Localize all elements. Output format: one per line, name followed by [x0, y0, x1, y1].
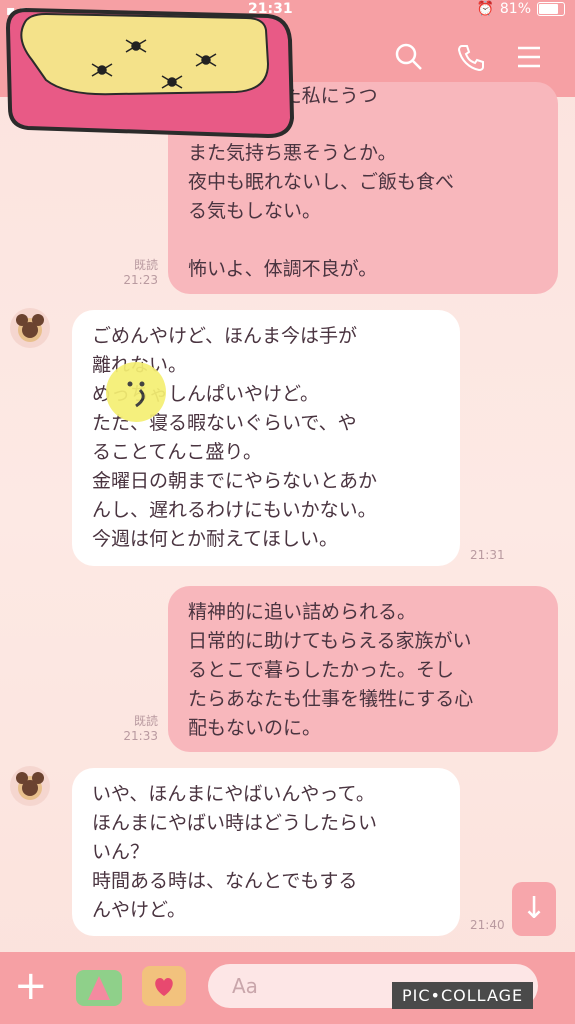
message-line: 配もないのに。: [188, 717, 322, 739]
search-icon[interactable]: [392, 42, 426, 76]
message-line: 夜中も眠れないし、ご飯も食べ: [188, 171, 455, 193]
message-line: 日常的に助けてもらえる家族がい: [188, 630, 472, 652]
message-line: また気持ち悪そうとか。: [188, 142, 397, 164]
alarm-icon: ⏰: [476, 1, 494, 17]
message-meta: 既読 21:33: [110, 714, 158, 744]
scroll-down-button[interactable]: ↓: [512, 882, 556, 936]
message-line: 精神的に追い詰められる。: [188, 601, 417, 623]
message-time: 21:31: [470, 548, 505, 562]
message-line: んし、遅れるわけにもいかない。: [92, 499, 377, 521]
watermark: PIC•COLLAGE: [392, 982, 534, 1009]
message-line: 今週は何とか耐えてほしい。: [92, 528, 339, 550]
battery-icon: [537, 2, 565, 16]
menu-icon[interactable]: [512, 42, 546, 76]
avatar[interactable]: [10, 766, 50, 806]
arrow-down-icon: ↓: [521, 891, 547, 926]
phone-icon[interactable]: [454, 42, 488, 76]
sticker-icon[interactable]: [76, 970, 122, 1006]
read-receipt: 既読: [133, 714, 158, 728]
message-time: 21:23: [123, 273, 158, 287]
plus-icon[interactable]: +: [14, 966, 48, 1006]
message-bubble-incoming[interactable]: いや、ほんまにやばいんやって。 ほんまにやばい時はどうしたらい いん？ 時間ある…: [72, 768, 460, 936]
message-line: るとこで暮らしたかった。そし: [188, 659, 455, 681]
message-time: 21:40: [470, 918, 505, 932]
smiley-sticker: [106, 362, 166, 422]
couch-sticker: [6, 7, 295, 139]
message-line: ごめんやけど、ほんま今は手が: [92, 325, 358, 347]
message-line: いや、ほんまにやばいんやって。: [92, 783, 375, 805]
message-line: ほんまにやばい時はどうしたらい: [92, 812, 378, 834]
message-line: いん？: [92, 841, 150, 863]
message-line: る気もしない。: [188, 200, 322, 222]
message-meta: 既読 21:23: [110, 258, 158, 288]
message-line: [188, 226, 538, 255]
input-placeholder: Aa: [232, 974, 258, 998]
image-icon[interactable]: [142, 966, 186, 1006]
message-line: 時間ある時は、なんとでもする: [92, 870, 358, 892]
message-line: 金曜日の朝までにやらないとあか: [92, 470, 378, 492]
message-bubble-outgoing[interactable]: 精神的に追い詰められる。 日常的に助けてもらえる家族がい るとこで暮らしたかった…: [168, 586, 558, 752]
read-receipt: 既読: [133, 258, 158, 272]
message-bubble-incoming[interactable]: ごめんやけど、ほんま今は手が 離れない。 めっちゃしんぱいやけど。 たた、寝る暇…: [72, 310, 460, 566]
message-line: んやけど。: [92, 899, 187, 921]
battery-percent: 81%: [499, 1, 531, 17]
avatar[interactable]: [10, 308, 50, 348]
message-line: ることてんこ盛り。: [92, 441, 263, 463]
message-line: たらあなたも仕事を犠牲にする心: [188, 688, 474, 710]
message-line: 怖いよ、体調不良が。: [188, 258, 378, 280]
message-time: 21:33: [123, 729, 158, 743]
